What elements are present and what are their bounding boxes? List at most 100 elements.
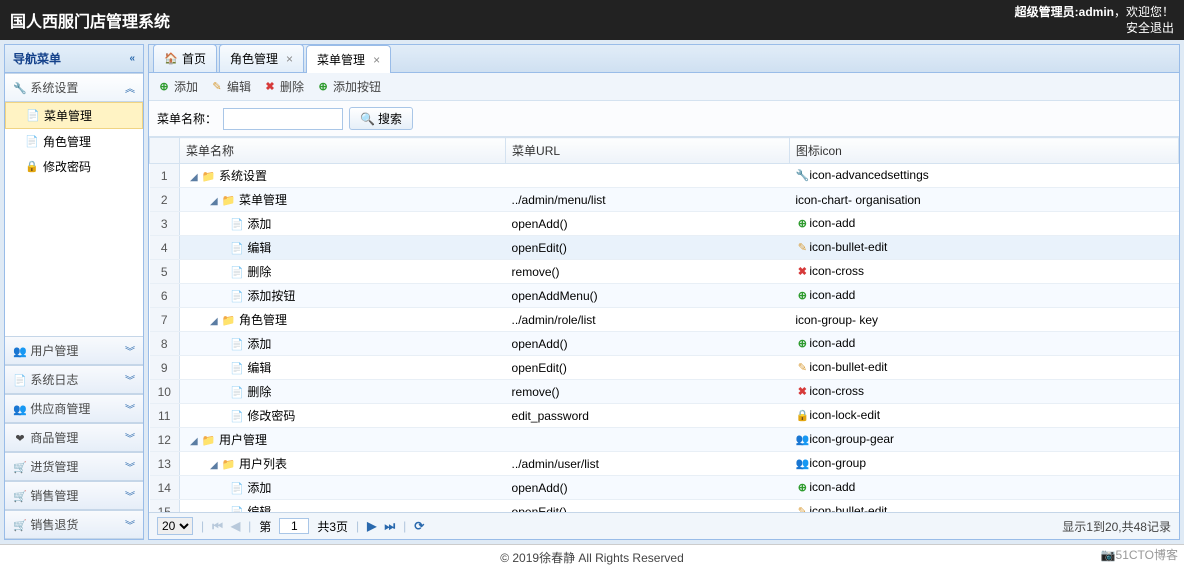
table-row[interactable]: 11 📄 修改密码 edit_password 🔒icon-lock-edit [150, 404, 1179, 428]
sidebar-panel-4[interactable]: ❤ 商品管理 ︾ [5, 423, 143, 452]
sidebar-panel-1[interactable]: 👥 用户管理 ︾ [5, 336, 143, 365]
logout-link[interactable]: 安全退出 [1126, 21, 1174, 35]
group-icon: 👥 [795, 433, 809, 447]
page-icon: 📄 [230, 266, 244, 280]
search-label: 菜单名称： [157, 110, 217, 127]
sidebar-panel-2[interactable]: 📄 系统日志 ︾ [5, 365, 143, 394]
cross-icon: ✖ [795, 265, 809, 279]
tree-toggle-icon[interactable]: ◢ [210, 460, 218, 471]
search-input[interactable] [223, 108, 343, 130]
page-icon: 📄 [230, 218, 244, 232]
page-input[interactable] [279, 518, 309, 534]
close-icon[interactable]: × [286, 52, 293, 66]
tree-toggle-icon[interactable]: ◢ [210, 196, 218, 207]
table-row[interactable]: 4 📄 编辑 openEdit() ✎icon-bullet-edit [150, 236, 1179, 260]
collapse-left-icon[interactable]: « [129, 53, 135, 64]
page-icon: 📄 [25, 135, 39, 149]
column-header[interactable]: 图标icon [789, 138, 1178, 164]
tree-toggle-icon[interactable]: ◢ [190, 172, 198, 183]
close-icon[interactable]: × [373, 53, 380, 67]
tree-toggle-icon[interactable]: ◢ [210, 316, 218, 327]
column-header[interactable]: 菜单名称 [180, 138, 506, 164]
prev-page-button[interactable]: ◀ [231, 519, 240, 533]
add-icon: ⊕ [795, 217, 809, 231]
chevron-icon: ︾ [125, 459, 135, 474]
sidebar-panel-5[interactable]: 🛒 进货管理 ︾ [5, 452, 143, 481]
folder-icon: 📁 [202, 434, 216, 448]
sidebar-panel-6[interactable]: 🛒 销售管理 ︾ [5, 481, 143, 510]
sidebar-item-0[interactable]: 📄菜单管理 [5, 102, 143, 129]
tab-0[interactable]: 🏠首页 [153, 44, 217, 72]
chevron-icon: ︾ [125, 343, 135, 358]
content-area: 🏠首页 角色管理× 菜单管理× ⊕添加 ✎编辑 ✖删除 ⊕添加按钮 菜单名称： … [148, 44, 1180, 540]
sidebar-panel-3[interactable]: 👥 供应商管理 ︾ [5, 394, 143, 423]
chevron-icon: ︾ [125, 430, 135, 445]
page-icon: 📄 [230, 386, 244, 400]
tab-bar: 🏠首页 角色管理× 菜单管理× [149, 45, 1179, 73]
table-row[interactable]: 5 📄 删除 remove() ✖icon-cross [150, 260, 1179, 284]
search-icon: 🔍 [360, 112, 375, 126]
tree-toggle-icon[interactable]: ◢ [190, 436, 198, 447]
sidebar-item-1[interactable]: 📄角色管理 [5, 129, 143, 154]
chevron-icon: ︽ [125, 80, 135, 95]
table-row[interactable]: 15 📄 编辑 openEdit() ✎icon-bullet-edit [150, 500, 1179, 513]
tab-1[interactable]: 角色管理× [219, 44, 304, 72]
table-row[interactable]: 1 ◢📁 系统设置 🔧icon-advancedsettings [150, 164, 1179, 188]
header-user-area: 超级管理员:admin，欢迎您！ 安全退出 [1015, 4, 1174, 36]
tab-2[interactable]: 菜单管理× [306, 45, 391, 73]
cart-icon: 🛒 [13, 461, 27, 475]
refresh-button[interactable]: ⟳ [414, 519, 424, 533]
page-icon: 📄 [230, 290, 244, 304]
wrench-icon: 🔧 [13, 82, 27, 96]
app-header: 国人西服门店管理系统 超级管理员:admin，欢迎您！ 安全退出 [0, 0, 1184, 40]
page-icon: 📄 [230, 410, 244, 424]
edit-button[interactable]: ✎编辑 [210, 78, 251, 95]
page-icon: 📄 [230, 242, 244, 256]
add-menu-button[interactable]: ⊕添加按钮 [316, 78, 381, 95]
table-row[interactable]: 14 📄 添加 openAdd() ⊕icon-add [150, 476, 1179, 500]
column-header[interactable]: 菜单URL [506, 138, 790, 164]
table-row[interactable]: 2 ◢📁 菜单管理 ../admin/menu/list icon-chart-… [150, 188, 1179, 212]
add-button[interactable]: ⊕添加 [157, 78, 198, 95]
folder-icon: 📁 [222, 458, 236, 472]
table-row[interactable]: 10 📄 删除 remove() ✖icon-cross [150, 380, 1179, 404]
chevron-icon: ︾ [125, 517, 135, 532]
last-page-button[interactable]: ⏭ [384, 519, 395, 534]
table-row[interactable]: 8 📄 添加 openAdd() ⊕icon-add [150, 332, 1179, 356]
table-row[interactable]: 6 📄 添加按钮 openAddMenu() ⊕icon-add [150, 284, 1179, 308]
folder-icon: 📁 [202, 170, 216, 184]
chevron-icon: ︾ [125, 372, 135, 387]
page-icon: 📄 [230, 482, 244, 496]
chevron-icon: ︾ [125, 401, 135, 416]
table-row[interactable]: 13 ◢📁 用户列表 ../admin/user/list 👥icon-grou… [150, 452, 1179, 476]
search-button[interactable]: 🔍搜索 [349, 107, 413, 130]
sidebar-item-2[interactable]: 🔒修改密码 [5, 154, 143, 179]
group-icon: 👥 [13, 345, 27, 359]
sidebar-panel-0[interactable]: 🔧 系统设置 ︽ [5, 73, 143, 102]
lock-icon: 🔒 [25, 160, 39, 174]
table-row[interactable]: 12 ◢📁 用户管理 👥icon-group-gear [150, 428, 1179, 452]
pager-info: 显示1到20,共48记录 [1062, 518, 1171, 535]
edit-icon: ✎ [795, 361, 809, 375]
sidebar: 导航菜单 « 🔧 系统设置 ︽📄菜单管理📄角色管理🔒修改密码 👥 用户管理 ︾ … [4, 44, 144, 540]
add-icon: ⊕ [795, 337, 809, 351]
data-grid: 菜单名称菜单URL图标icon 1 ◢📁 系统设置 🔧icon-advanced… [149, 137, 1179, 512]
remove-button[interactable]: ✖删除 [263, 78, 304, 95]
table-row[interactable]: 3 📄 添加 openAdd() ⊕icon-add [150, 212, 1179, 236]
app-title: 国人西服门店管理系统 [10, 8, 170, 32]
table-row[interactable]: 9 📄 编辑 openEdit() ✎icon-bullet-edit [150, 356, 1179, 380]
page-size-select[interactable]: 20 [157, 517, 193, 535]
page-icon: 📄 [13, 374, 27, 388]
next-page-button[interactable]: ▶ [367, 519, 376, 533]
sidebar-panel-7[interactable]: 🛒 销售退货 ︾ [5, 510, 143, 539]
edit-icon: ✎ [210, 80, 224, 94]
cross-icon: ✖ [263, 80, 277, 94]
lock-icon: 🔒 [795, 409, 809, 423]
pager: 20 | ⏮ ◀ | 第 共3页 | ▶ ⏭ | ⟳ 显示1到20,共48记录 [149, 512, 1179, 539]
first-page-button[interactable]: ⏮ [212, 519, 223, 534]
chevron-icon: ︾ [125, 488, 135, 503]
table-row[interactable]: 7 ◢📁 角色管理 ../admin/role/list icon-group-… [150, 308, 1179, 332]
folder-icon: 📁 [222, 194, 236, 208]
page-icon: 📄 [230, 362, 244, 376]
cart-icon: 🛒 [13, 490, 27, 504]
